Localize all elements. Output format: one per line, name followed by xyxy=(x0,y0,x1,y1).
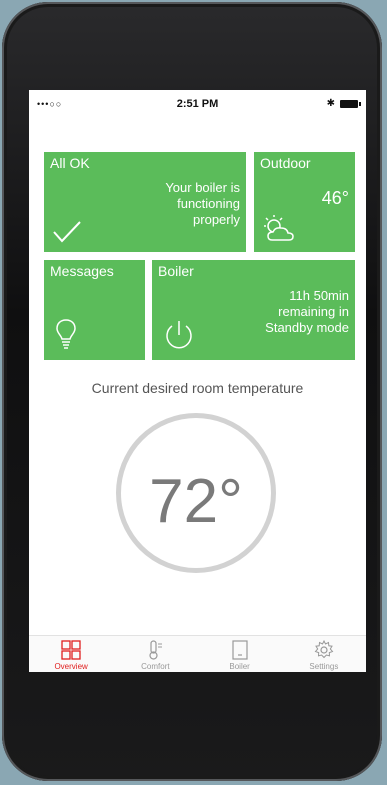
tab-label: Comfort xyxy=(141,662,170,671)
status-time: 2:51 PM xyxy=(176,98,219,110)
tab-label: Boiler xyxy=(229,662,250,671)
temperature-value: 72° xyxy=(149,467,243,536)
tile-title: Outdoor xyxy=(260,155,311,171)
status-line: properly xyxy=(193,212,240,227)
status-line: functioning xyxy=(177,196,240,211)
tab-comfort[interactable]: Comfort xyxy=(113,636,197,672)
boiler-status: 11h 50min remaining in Standby mode xyxy=(265,288,349,336)
app-screen: •••○○ 2:51 PM ✱ All OK Your boiler is fu… xyxy=(29,90,366,672)
status-bar: •••○○ 2:51 PM ✱ xyxy=(29,90,366,118)
outdoor-tile[interactable]: Outdoor 46° xyxy=(254,152,355,252)
status-message: Your boiler is functioning properly xyxy=(165,180,240,228)
boiler-line: 11h 50min xyxy=(289,288,349,303)
temperature-dial[interactable]: 72° xyxy=(116,413,276,573)
status-line: Your boiler is xyxy=(165,180,240,195)
status-right: ✱ xyxy=(326,98,361,109)
grid-icon xyxy=(61,640,81,660)
bluetooth-icon: ✱ xyxy=(326,98,335,109)
tile-title: Messages xyxy=(50,263,114,279)
tab-overview[interactable]: Overview xyxy=(29,636,113,672)
tile-title: All OK xyxy=(50,155,90,171)
checkmark-icon xyxy=(53,221,81,243)
partly-cloudy-icon xyxy=(264,215,294,241)
power-icon xyxy=(166,321,192,349)
tab-boiler[interactable]: Boiler xyxy=(198,636,282,672)
gear-icon xyxy=(314,640,334,659)
phone-frame: •••○○ 2:51 PM ✱ All OK Your boiler is fu… xyxy=(2,2,382,781)
desired-temperature-label: Current desired room temperature xyxy=(91,380,304,396)
tab-settings[interactable]: Settings xyxy=(282,636,366,672)
boiler-line: Standby mode xyxy=(265,320,349,335)
tab-label: Overview xyxy=(54,662,88,671)
tab-bar: Overview Comfort Boiler Settings xyxy=(29,635,366,672)
status-tile[interactable]: All OK Your boiler is functioning proper… xyxy=(44,152,246,252)
boiler-tile[interactable]: Boiler 11h 50min remaining in Standby mo… xyxy=(152,260,355,360)
outdoor-temperature: 46° xyxy=(321,188,349,208)
lightbulb-icon xyxy=(56,319,76,349)
boiler-icon xyxy=(232,640,248,660)
tile-title: Boiler xyxy=(158,263,194,279)
boiler-line: remaining in xyxy=(278,304,349,319)
battery-icon xyxy=(340,99,361,108)
thermometer-icon xyxy=(149,640,163,660)
tab-label: Settings xyxy=(309,662,339,671)
messages-tile[interactable]: Messages xyxy=(44,260,145,360)
